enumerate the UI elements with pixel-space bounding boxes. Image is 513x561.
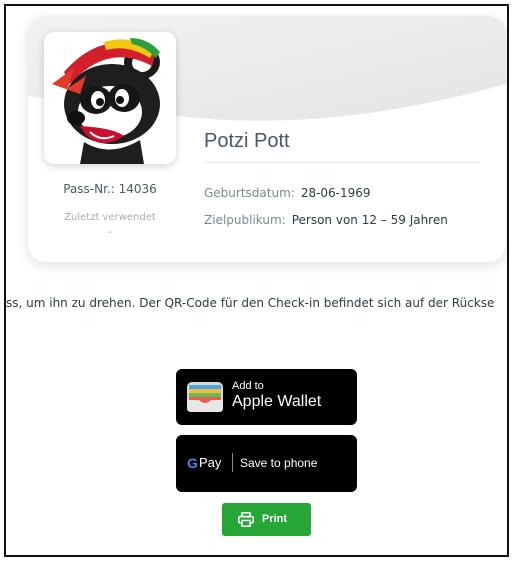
page-frame: Pass-Nr.: 14036 Zuletzt verwendet - Potz… <box>4 4 509 557</box>
pass-number: Pass-Nr.: 14036 <box>63 182 157 196</box>
google-g-icon: G <box>187 455 198 471</box>
google-pay-save-button[interactable]: G Pay Save to phone <box>176 435 357 492</box>
apple-wallet-caption: Add to <box>232 380 264 392</box>
birthdate-label: Geburtsdatum: <box>204 186 295 200</box>
save-to-phone-label: Save to phone <box>240 456 318 470</box>
birthdate-row: Geburtsdatum: 28-06-1969 <box>204 186 371 200</box>
google-pay-wordmark: Pay <box>199 455 222 470</box>
apple-wallet-title: Apple Wallet <box>232 393 322 410</box>
last-used-label: Zuletzt verwendet <box>64 212 156 223</box>
audience-label: Zielpublikum: <box>204 213 286 227</box>
membership-pass-card[interactable]: Pass-Nr.: 14036 Zuletzt verwendet - Potz… <box>28 16 506 262</box>
print-label: Print <box>262 513 288 525</box>
print-button[interactable]: Print <box>222 503 311 536</box>
gpay-separator <box>232 453 233 472</box>
audience-value: Person von 12 – 59 Jahren <box>291 213 448 227</box>
raccoon-mascot-icon <box>52 38 160 164</box>
pass-holder-name: Potzi Pott <box>204 130 290 152</box>
flip-instruction-text: ss, um ihn zu drehen. Der QR-Code für de… <box>6 296 495 310</box>
name-divider <box>204 162 480 163</box>
birthdate-value: 28-06-1969 <box>300 186 371 200</box>
wallet-icon <box>187 382 223 412</box>
add-to-apple-wallet-button[interactable]: Add to Apple Wallet <box>176 369 357 425</box>
audience-row: Zielpublikum: Person von 12 – 59 Jahren <box>204 213 448 227</box>
pass-photo <box>44 32 176 164</box>
last-used-value: - <box>108 225 112 238</box>
printer-icon <box>238 512 254 527</box>
